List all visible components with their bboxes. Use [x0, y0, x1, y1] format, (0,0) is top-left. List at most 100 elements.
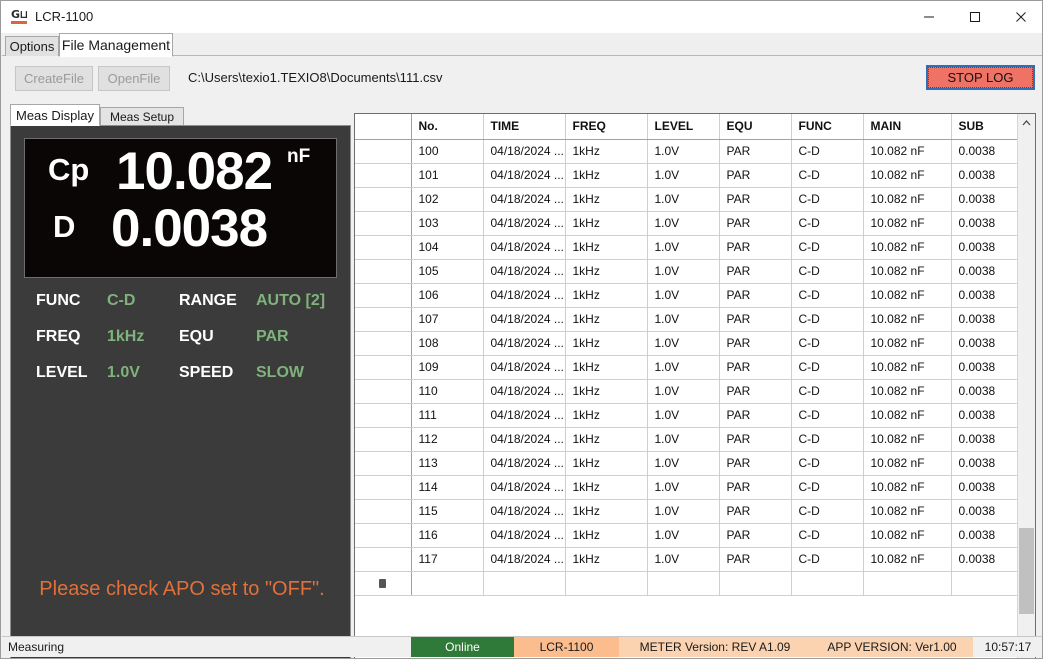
cell-time[interactable]: 04/18/2024 ...: [483, 187, 566, 212]
cell-sub[interactable]: 0.0038: [951, 259, 1028, 284]
table-row[interactable]: 108 04/18/2024 ... 1kHz 1.0V PAR C-D 10.082 nF…: [355, 331, 1028, 356]
cell-level[interactable]: 1.0V: [647, 547, 720, 572]
cell-main[interactable]: 10.082 nF: [863, 403, 952, 428]
tab-meas-display[interactable]: Meas Display: [10, 104, 100, 126]
cell-level[interactable]: 1.0V: [647, 499, 720, 524]
new-cell-freq[interactable]: [565, 571, 648, 596]
cell-equ[interactable]: PAR: [719, 283, 792, 308]
cell-time[interactable]: 04/18/2024 ...: [483, 283, 566, 308]
table-row[interactable]: 106 04/18/2024 ... 1kHz 1.0V PAR C-D 10.082 nF…: [355, 283, 1028, 308]
cell-freq[interactable]: 1kHz: [565, 355, 648, 380]
row-header-cell[interactable]: [355, 547, 412, 572]
cell-level[interactable]: 1.0V: [647, 523, 720, 548]
cell-no[interactable]: 113: [411, 451, 484, 476]
cell-no[interactable]: 116: [411, 523, 484, 548]
cell-no[interactable]: 100: [411, 139, 484, 164]
cell-freq[interactable]: 1kHz: [565, 451, 648, 476]
cell-level[interactable]: 1.0V: [647, 355, 720, 380]
create-file-button[interactable]: CreateFile: [15, 66, 93, 91]
table-row[interactable]: 101 04/18/2024 ... 1kHz 1.0V PAR C-D 10.082 nF…: [355, 163, 1028, 188]
cell-freq[interactable]: 1kHz: [565, 379, 648, 404]
row-header-cell[interactable]: [355, 283, 412, 308]
cell-freq[interactable]: 1kHz: [565, 283, 648, 308]
scroll-up-button[interactable]: [1018, 114, 1035, 132]
table-row[interactable]: 110 04/18/2024 ... 1kHz 1.0V PAR C-D 10.082 nF…: [355, 379, 1028, 404]
cell-no[interactable]: 107: [411, 307, 484, 332]
cell-no[interactable]: 105: [411, 259, 484, 284]
cell-sub[interactable]: 0.0038: [951, 499, 1028, 524]
cell-level[interactable]: 1.0V: [647, 163, 720, 188]
cell-main[interactable]: 10.082 nF: [863, 139, 952, 164]
cell-time[interactable]: 04/18/2024 ...: [483, 331, 566, 356]
new-cell-equ[interactable]: [719, 571, 792, 596]
cell-equ[interactable]: PAR: [719, 403, 792, 428]
row-header-cell[interactable]: [355, 139, 412, 164]
table-row[interactable]: 114 04/18/2024 ... 1kHz 1.0V PAR C-D 10.082 nF…: [355, 475, 1028, 500]
cell-time[interactable]: 04/18/2024 ...: [483, 427, 566, 452]
column-header-main[interactable]: MAIN: [863, 114, 952, 140]
cell-main[interactable]: 10.082 nF: [863, 355, 952, 380]
cell-no[interactable]: 112: [411, 427, 484, 452]
table-row[interactable]: 117 04/18/2024 ... 1kHz 1.0V PAR C-D 10.082 nF…: [355, 547, 1028, 572]
cell-level[interactable]: 1.0V: [647, 379, 720, 404]
table-row[interactable]: 111 04/18/2024 ... 1kHz 1.0V PAR C-D 10.082 nF…: [355, 403, 1028, 428]
cell-main[interactable]: 10.082 nF: [863, 283, 952, 308]
row-header-cell[interactable]: [355, 355, 412, 380]
cell-level[interactable]: 1.0V: [647, 475, 720, 500]
cell-main[interactable]: 10.082 nF: [863, 547, 952, 572]
cell-func[interactable]: C-D: [791, 211, 864, 236]
cell-sub[interactable]: 0.0038: [951, 427, 1028, 452]
maximize-button[interactable]: [952, 1, 998, 33]
tab-file-management[interactable]: File Management: [59, 33, 173, 57]
cell-freq[interactable]: 1kHz: [565, 187, 648, 212]
cell-equ[interactable]: PAR: [719, 427, 792, 452]
cell-equ[interactable]: PAR: [719, 331, 792, 356]
cell-main[interactable]: 10.082 nF: [863, 523, 952, 548]
cell-equ[interactable]: PAR: [719, 163, 792, 188]
cell-main[interactable]: 10.082 nF: [863, 451, 952, 476]
cell-func[interactable]: C-D: [791, 139, 864, 164]
column-header-func[interactable]: FUNC: [791, 114, 864, 140]
cell-time[interactable]: 04/18/2024 ...: [483, 403, 566, 428]
cell-equ[interactable]: PAR: [719, 475, 792, 500]
cell-main[interactable]: 10.082 nF: [863, 427, 952, 452]
row-header-cell[interactable]: [355, 211, 412, 236]
row-header-cell[interactable]: [355, 235, 412, 260]
cell-time[interactable]: 04/18/2024 ...: [483, 379, 566, 404]
cell-sub[interactable]: 0.0038: [951, 547, 1028, 572]
cell-time[interactable]: 04/18/2024 ...: [483, 523, 566, 548]
cell-sub[interactable]: 0.0038: [951, 403, 1028, 428]
cell-main[interactable]: 10.082 nF: [863, 187, 952, 212]
row-header-cell[interactable]: [355, 259, 412, 284]
cell-no[interactable]: 103: [411, 211, 484, 236]
cell-sub[interactable]: 0.0038: [951, 475, 1028, 500]
cell-time[interactable]: 04/18/2024 ...: [483, 259, 566, 284]
cell-freq[interactable]: 1kHz: [565, 163, 648, 188]
cell-time[interactable]: 04/18/2024 ...: [483, 211, 566, 236]
cell-main[interactable]: 10.082 nF: [863, 331, 952, 356]
cell-freq[interactable]: 1kHz: [565, 499, 648, 524]
cell-no[interactable]: 106: [411, 283, 484, 308]
cell-func[interactable]: C-D: [791, 379, 864, 404]
new-cell-level[interactable]: [647, 571, 720, 596]
cell-level[interactable]: 1.0V: [647, 331, 720, 356]
cell-time[interactable]: 04/18/2024 ...: [483, 355, 566, 380]
cell-func[interactable]: C-D: [791, 427, 864, 452]
cell-equ[interactable]: PAR: [719, 235, 792, 260]
cell-sub[interactable]: 0.0038: [951, 235, 1028, 260]
cell-freq[interactable]: 1kHz: [565, 307, 648, 332]
row-header-cell[interactable]: [355, 379, 412, 404]
cell-sub[interactable]: 0.0038: [951, 163, 1028, 188]
new-cell-func[interactable]: [791, 571, 864, 596]
cell-no[interactable]: 109: [411, 355, 484, 380]
cell-func[interactable]: C-D: [791, 499, 864, 524]
row-header-cell[interactable]: [355, 451, 412, 476]
cell-time[interactable]: 04/18/2024 ...: [483, 307, 566, 332]
cell-freq[interactable]: 1kHz: [565, 211, 648, 236]
new-cell-no[interactable]: [411, 571, 484, 596]
scrollbar-thumb[interactable]: [1019, 528, 1034, 614]
minimize-button[interactable]: [906, 1, 952, 33]
cell-sub[interactable]: 0.0038: [951, 523, 1028, 548]
table-row[interactable]: 109 04/18/2024 ... 1kHz 1.0V PAR C-D 10.082 nF…: [355, 355, 1028, 380]
table-row[interactable]: 107 04/18/2024 ... 1kHz 1.0V PAR C-D 10.082 nF…: [355, 307, 1028, 332]
